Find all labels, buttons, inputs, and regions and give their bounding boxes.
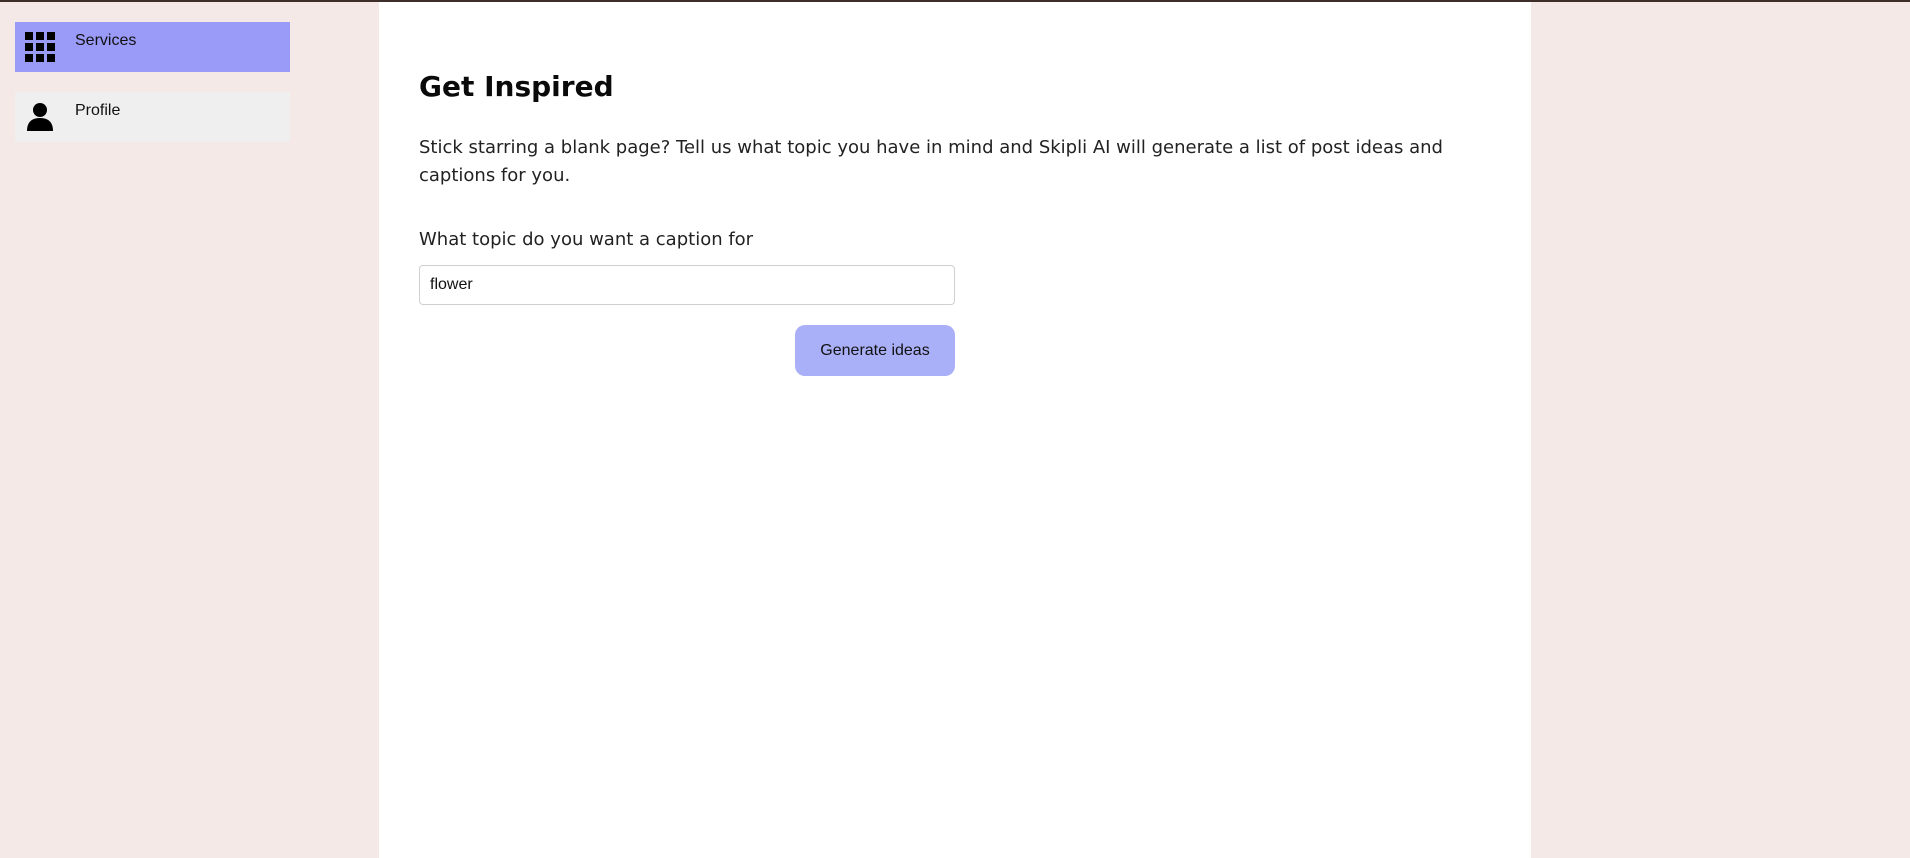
page-title: Get Inspired	[419, 70, 614, 103]
sidebar-item-services[interactable]: Services	[15, 22, 290, 72]
main-panel: Get Inspired Stick starring a blank page…	[379, 2, 1531, 858]
topic-input[interactable]	[419, 265, 955, 305]
person-icon	[27, 103, 53, 131]
topic-label: What topic do you want a caption for	[419, 229, 754, 250]
generate-ideas-button[interactable]: Generate ideas	[795, 325, 955, 376]
sidebar-item-profile[interactable]: Profile	[15, 92, 290, 142]
grid-icon	[25, 32, 55, 62]
sidebar-item-label: Services	[75, 32, 137, 49]
page-description: Stick starring a blank page? Tell us wha…	[419, 137, 1443, 186]
sidebar-item-label: Profile	[75, 102, 121, 119]
